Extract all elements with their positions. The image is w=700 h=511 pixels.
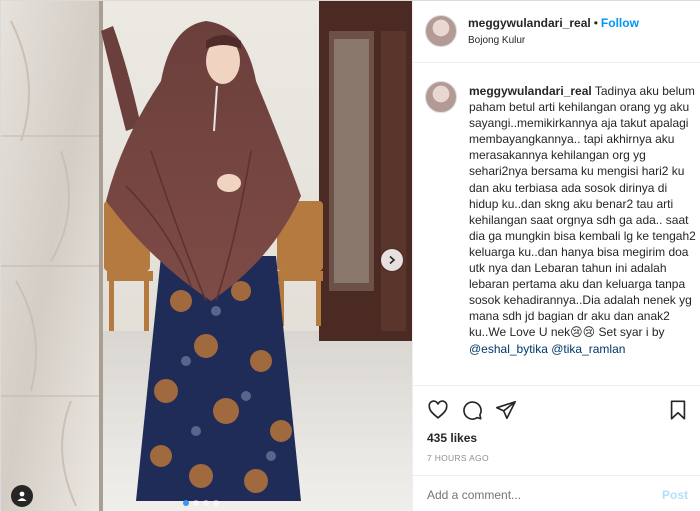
photo-illustration [1, 1, 412, 511]
header-username-line: meggywulandari_real • Follow [468, 16, 639, 30]
post-details-panel: meggywulandari_real • Follow Bojong Kulur … [412, 1, 700, 511]
user-tag-icon [17, 491, 27, 501]
carousel-next-button[interactable] [381, 249, 403, 271]
post-timestamp[interactable]: 7 HOURS AGO [427, 453, 489, 463]
comment-bar: Post [413, 475, 700, 511]
caption-section: meggywulandari_real Tadinya aku belum pa… [413, 71, 700, 386]
follow-button[interactable]: Follow [601, 16, 639, 30]
carousel-dot [203, 500, 209, 506]
mention-link[interactable]: @eshal_bytika [469, 342, 548, 356]
comment-input[interactable] [427, 488, 647, 502]
carousel-indicator [183, 500, 219, 506]
instagram-post: meggywulandari_real • Follow Bojong Kulur … [0, 0, 700, 511]
caption-text: meggywulandari_real Tadinya aku belum pa… [469, 83, 697, 357]
mention-link[interactable]: @tika_ramlan [551, 342, 625, 356]
header-separator: • [593, 16, 598, 30]
post-location[interactable]: Bojong Kulur [468, 35, 525, 46]
carousel-dot [183, 500, 189, 506]
user-tags-button[interactable] [11, 485, 33, 507]
comment-icon[interactable] [461, 399, 483, 421]
caption-body: Tadinya aku belum paham betul arti kehil… [469, 84, 696, 340]
carousel-dot [193, 500, 199, 506]
likes-count[interactable]: 435 likes [427, 431, 477, 445]
header-username[interactable]: meggywulandari_real [468, 16, 591, 30]
paper-plane-icon[interactable] [495, 399, 517, 421]
heart-icon[interactable] [427, 399, 449, 421]
action-bar [413, 399, 700, 425]
post-photo[interactable] [1, 1, 412, 511]
post-header: meggywulandari_real • Follow Bojong Kulur [413, 1, 700, 63]
chevron-right-icon [389, 255, 396, 265]
post-comment-button[interactable]: Post [662, 488, 688, 502]
carousel-dot [213, 500, 219, 506]
bookmark-icon[interactable] [667, 399, 689, 421]
caption-username[interactable]: meggywulandari_real [469, 84, 592, 98]
avatar[interactable] [425, 15, 457, 47]
caption-avatar[interactable] [425, 81, 457, 113]
